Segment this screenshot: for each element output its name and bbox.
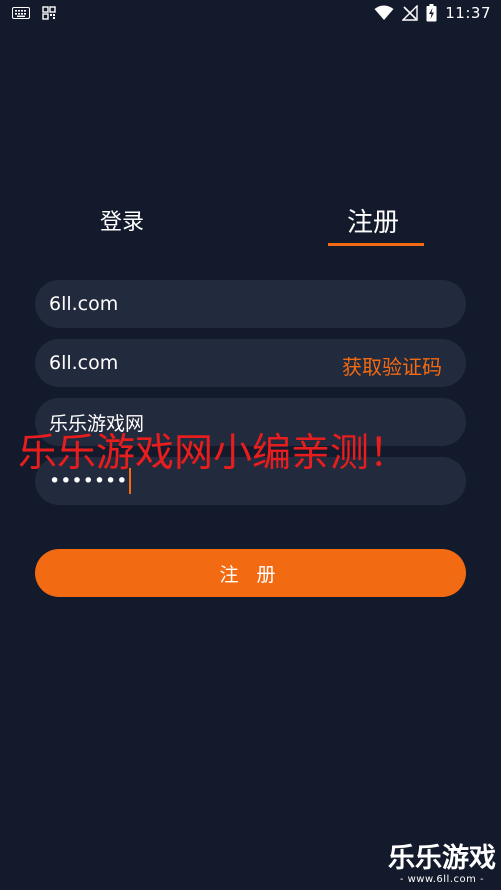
- battery-icon: [426, 4, 437, 22]
- verification-code-field[interactable]: 6ll.com 获取验证码: [35, 339, 466, 387]
- nickname-field[interactable]: 乐乐游戏网: [35, 398, 466, 446]
- keyboard-icon: [12, 7, 30, 19]
- phone-field-value: 6ll.com: [49, 293, 119, 315]
- get-code-button[interactable]: 获取验证码: [342, 351, 442, 380]
- status-time: 11:37: [445, 4, 491, 22]
- wifi-icon: [374, 5, 394, 21]
- auth-tabs: 登录 注册: [0, 200, 501, 250]
- status-bar: 11:37: [0, 0, 501, 28]
- tab-login[interactable]: 登录: [100, 204, 144, 236]
- text-caret: [129, 468, 132, 494]
- no-signal-icon: [402, 5, 418, 21]
- tab-register[interactable]: 注册: [347, 202, 399, 239]
- phone-field[interactable]: 6ll.com: [35, 280, 466, 328]
- watermark-logo-text: 乐乐游戏: [388, 843, 496, 874]
- password-masked-value: •••••••: [49, 469, 128, 492]
- password-field[interactable]: •••••••: [35, 457, 466, 505]
- status-left-icons: [12, 6, 56, 20]
- nickname-field-value: 乐乐游戏网: [49, 412, 145, 435]
- verification-code-value: 6ll.com: [49, 352, 119, 374]
- active-tab-indicator: [328, 243, 424, 246]
- register-button[interactable]: 注 册: [35, 549, 466, 597]
- watermark-logo: 乐乐游戏 - www.6ll.com -: [387, 844, 497, 886]
- watermark-logo-url: - www.6ll.com -: [399, 874, 485, 885]
- qr-scan-icon: [42, 6, 56, 20]
- status-right-icons: 11:37: [374, 4, 491, 22]
